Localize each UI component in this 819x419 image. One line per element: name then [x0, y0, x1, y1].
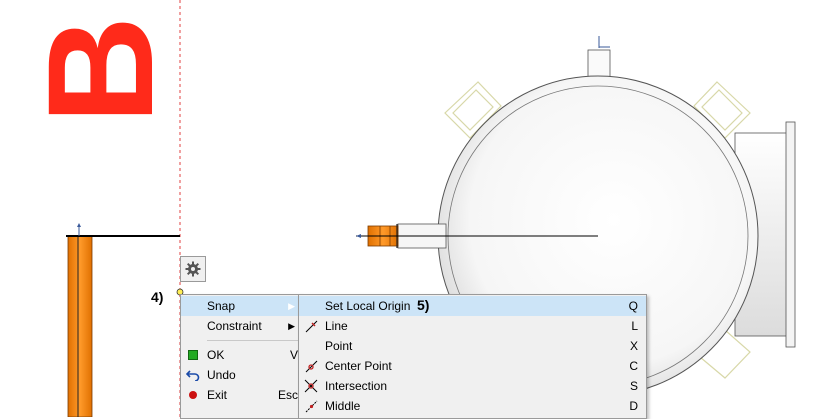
menu-item-shortcut: S: [629, 379, 638, 393]
menu-item-label: OK: [207, 348, 225, 362]
menu-item-label: Intersection: [325, 379, 388, 393]
menu-item-label: Set Local Origin: [325, 299, 411, 313]
menu-item-shortcut: Q: [628, 299, 638, 313]
settings-button[interactable]: [180, 256, 206, 282]
menu-item-shortcut: Esc: [277, 388, 298, 402]
submenu-arrow-icon: ▶: [288, 321, 295, 331]
menu-item-center-point[interactable]: Center Point C: [299, 356, 646, 376]
snap-submenu: Set Local Origin Q Line L Point X Center…: [298, 294, 647, 419]
step-4-label: 4): [151, 289, 164, 305]
menu-item-middle[interactable]: Middle D: [299, 396, 646, 416]
menu-item-shortcut: V: [289, 348, 298, 362]
step-5-label: 5): [417, 297, 430, 313]
menu-item-intersection[interactable]: Intersection S: [299, 376, 646, 396]
menu-item-point[interactable]: Point X: [299, 336, 646, 356]
menu-separator: [207, 340, 298, 341]
green-square-icon: [186, 348, 200, 362]
line-snap-icon: [304, 319, 318, 333]
red-dot-icon: [186, 388, 200, 402]
menu-item-line[interactable]: Line L: [299, 316, 646, 336]
menu-item-label: Snap: [207, 299, 236, 313]
menu-item-snap[interactable]: Snap ▶: [181, 296, 300, 316]
menu-item-shortcut: C: [629, 359, 638, 373]
menu-item-undo[interactable]: Undo: [181, 365, 300, 385]
menu-item-ok[interactable]: OK V: [181, 345, 300, 365]
center-point-icon: [304, 359, 318, 373]
tank-top-nozzle: [587, 36, 611, 79]
menu-item-exit[interactable]: Exit Esc: [181, 385, 300, 405]
menu-item-label: Line: [325, 319, 348, 333]
context-menu: Snap ▶ Constraint ▶ OK V Undo Exit Esc: [180, 294, 301, 419]
gear-icon: [185, 261, 201, 277]
menu-item-label: Exit: [207, 388, 228, 402]
menu-item-shortcut: L: [631, 319, 638, 333]
menu-item-set-local-origin[interactable]: Set Local Origin Q: [299, 296, 646, 316]
left-orange-pipe: [66, 223, 180, 417]
submenu-arrow-icon: ▶: [288, 301, 295, 311]
menu-item-shortcut: X: [629, 339, 638, 353]
intersection-icon: [304, 379, 318, 393]
menu-item-shortcut: D: [629, 399, 638, 413]
menu-item-constraint[interactable]: Constraint ▶: [181, 316, 300, 336]
menu-item-label: Undo: [207, 368, 236, 382]
menu-item-label: Center Point: [325, 359, 392, 373]
menu-item-label: Point: [325, 339, 353, 353]
menu-item-label: Constraint: [207, 319, 262, 333]
middle-icon: [304, 399, 318, 413]
view-letter-b: B: [16, 16, 184, 124]
menu-item-label: Middle: [325, 399, 361, 413]
undo-icon: [186, 368, 200, 382]
